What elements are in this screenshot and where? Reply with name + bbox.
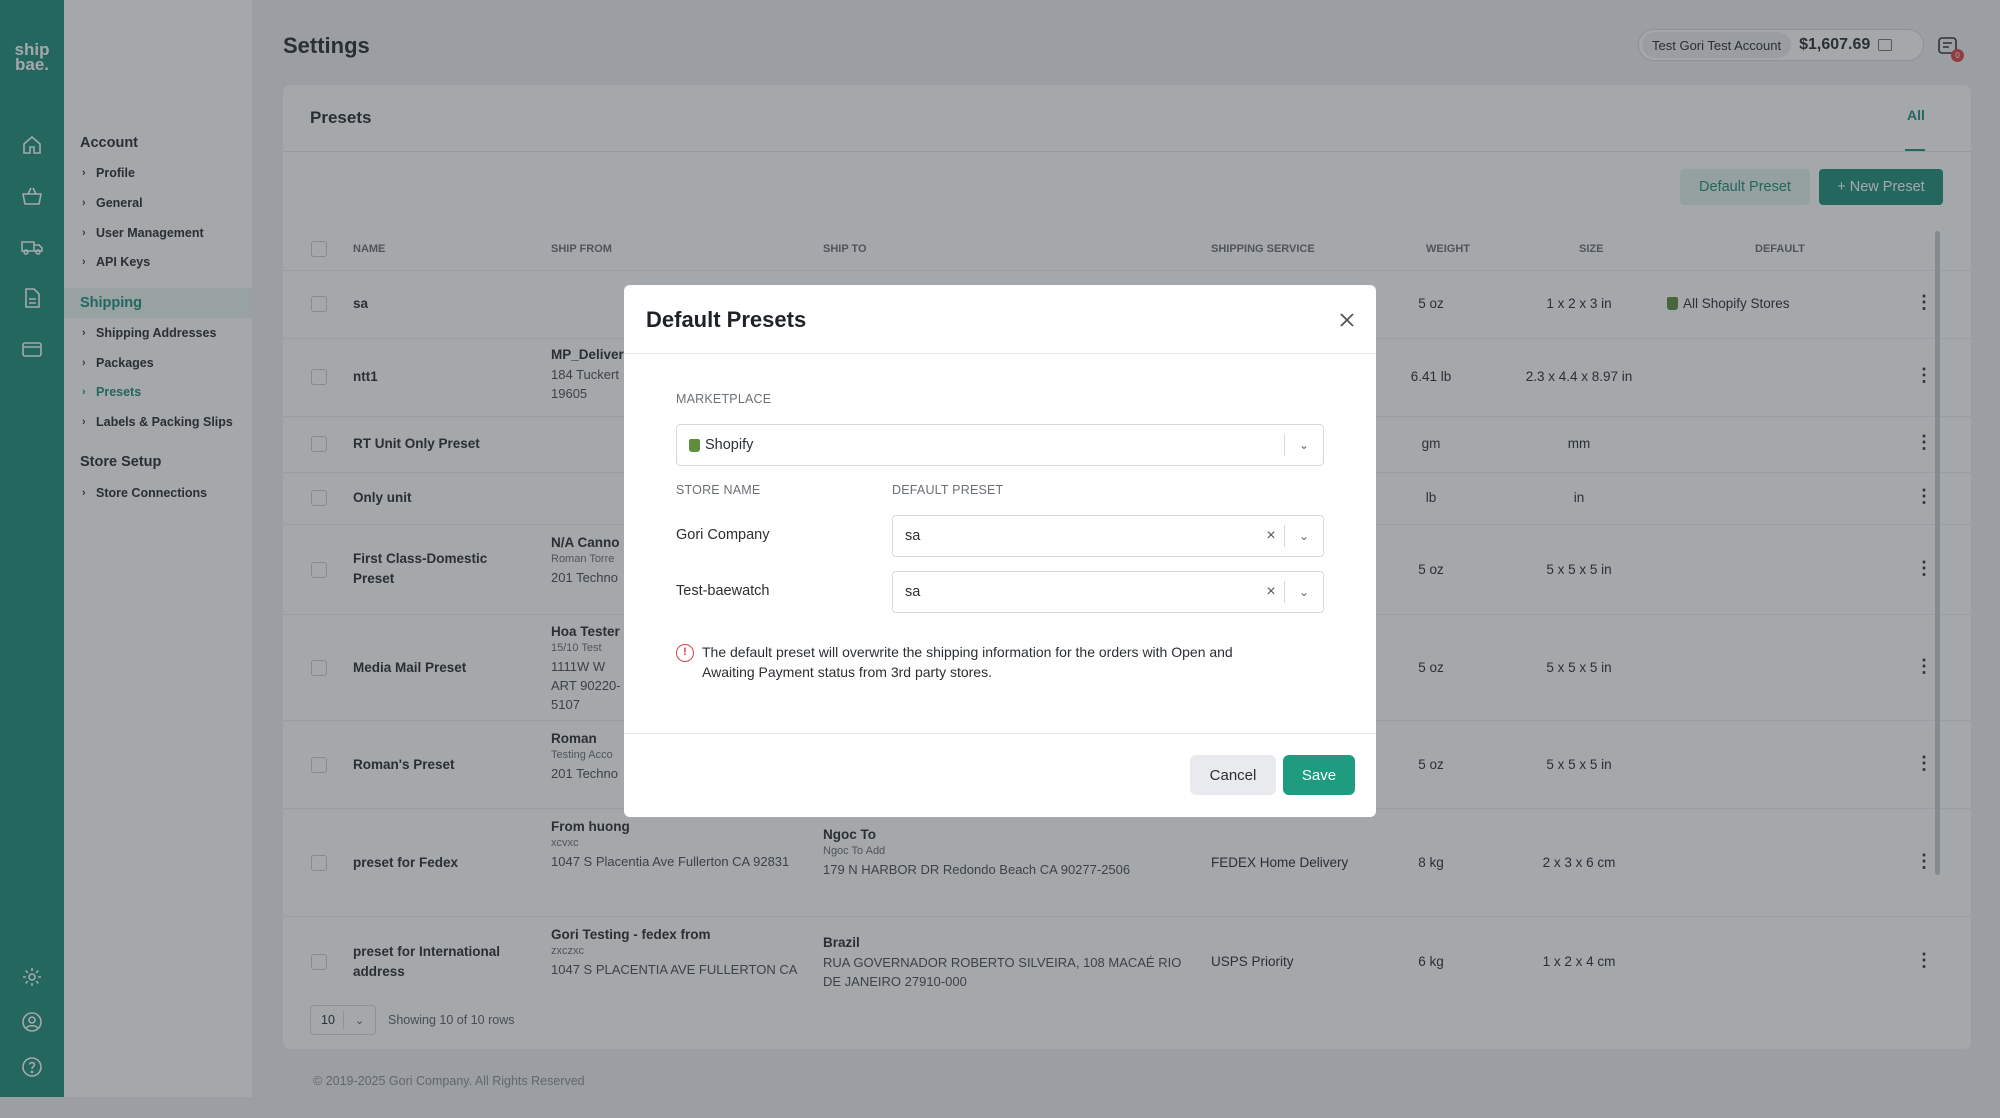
marketplace-value: Shopify — [677, 437, 1284, 453]
marketplace-text: Shopify — [705, 437, 754, 453]
default-preset-value: sa — [905, 528, 921, 544]
marketplace-label: MARKETPLACE — [676, 392, 772, 406]
cancel-button[interactable]: Cancel — [1190, 755, 1276, 795]
warning-text: The default preset will overwrite the sh… — [702, 644, 1233, 680]
save-button[interactable]: Save — [1283, 755, 1355, 795]
divider — [624, 733, 1376, 734]
modal-title: Default Presets — [646, 307, 807, 332]
clear-icon[interactable]: × — [1258, 583, 1284, 601]
alert-circle-icon: ! — [676, 644, 694, 662]
chevron-down-icon: ⌄ — [1298, 529, 1310, 543]
default-preset-header: DEFAULT PRESET — [892, 483, 1004, 497]
clear-icon[interactable]: × — [1258, 527, 1284, 545]
store-name-header: STORE NAME — [676, 483, 761, 497]
close-icon[interactable] — [1336, 309, 1358, 331]
divider — [624, 353, 1376, 354]
default-presets-modal: Default Presets MARKETPLACE Shopify ⌄ ST… — [624, 285, 1376, 817]
store-name: Gori Company — [676, 527, 770, 543]
default-preset-select[interactable]: sa × ⌄ — [892, 515, 1324, 557]
chevron-down-icon: ⌄ — [1298, 585, 1310, 599]
store-name: Test-baewatch — [676, 583, 770, 599]
default-preset-value: sa — [905, 584, 921, 600]
shopify-icon — [689, 438, 700, 452]
overwrite-warning: ! The default preset will overwrite the … — [676, 642, 1276, 682]
marketplace-select[interactable]: Shopify ⌄ — [676, 424, 1324, 466]
default-preset-select[interactable]: sa × ⌄ — [892, 571, 1324, 613]
chevron-down-icon: ⌄ — [1298, 438, 1310, 452]
